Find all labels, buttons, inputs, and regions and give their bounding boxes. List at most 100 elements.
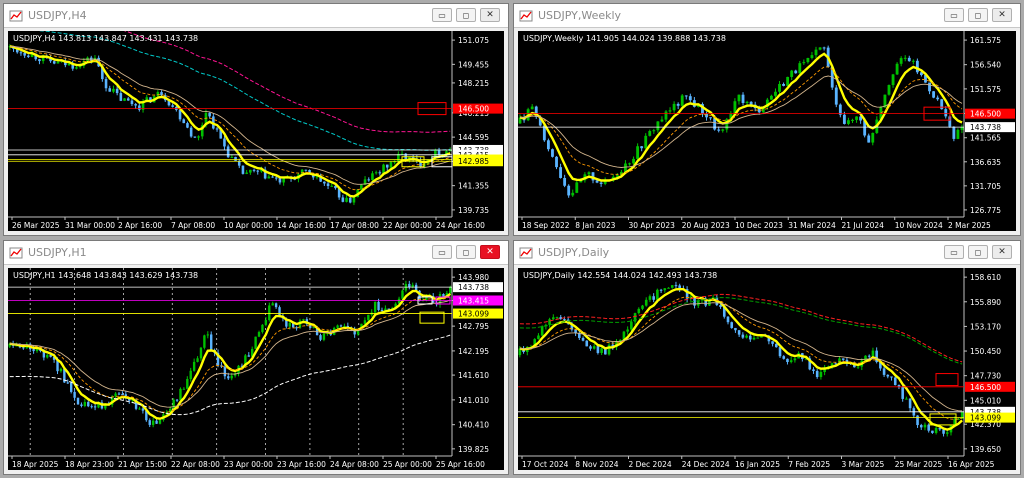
bull-candle xyxy=(652,130,656,132)
bull-candle xyxy=(905,398,908,400)
bear-candle xyxy=(210,334,213,350)
bull-candle xyxy=(230,375,233,379)
symbol-ohlc-info: USDJPY,Weekly 141.905 144.024 139.888 14… xyxy=(523,34,726,43)
y-tick-label: 139.735 xyxy=(458,206,489,215)
chart-plot-area[interactable]: 161.575156.540151.575146.540141.565136.6… xyxy=(518,31,1016,231)
maximize-button[interactable]: ◻ xyxy=(456,245,476,259)
bull-candle xyxy=(257,332,261,337)
bear-candle xyxy=(380,310,384,312)
window-titlebar[interactable]: USDJPY,Daily ▭ ◻ ✕ xyxy=(514,241,1020,265)
window-titlebar[interactable]: USDJPY,H1 ▭ ◻ ✕ xyxy=(4,241,508,265)
bear-candle xyxy=(189,127,193,137)
bear-candle xyxy=(22,347,25,349)
close-button[interactable]: ✕ xyxy=(992,245,1012,259)
fast-ma-line xyxy=(519,288,963,431)
bull-candle xyxy=(663,288,667,291)
bull-candle xyxy=(254,336,257,349)
bull-candle xyxy=(607,344,611,355)
y-tick-label: 141.565 xyxy=(970,134,1001,143)
bull-candle xyxy=(774,91,777,96)
bull-candle xyxy=(230,156,234,158)
window-titlebar[interactable]: USDJPY,Weekly ▭ ◻ ✕ xyxy=(514,4,1020,28)
bull-candle xyxy=(371,173,374,181)
bull-candle xyxy=(790,70,794,77)
slow-ma-line xyxy=(9,299,451,408)
bear-candle xyxy=(916,415,919,426)
minimize-button[interactable]: ▭ xyxy=(944,8,964,22)
bear-candle xyxy=(87,402,90,407)
bull-candle xyxy=(203,335,206,348)
bull-candle xyxy=(680,95,684,106)
chart-window-icon xyxy=(519,10,533,22)
minimize-button[interactable]: ▭ xyxy=(432,245,452,259)
price-chart[interactable]: 151.075149.455148.215146.215144.595142.9… xyxy=(8,31,504,231)
bull-candle xyxy=(179,388,182,400)
bear-candle xyxy=(23,52,26,56)
minimize-button[interactable]: ▭ xyxy=(944,245,964,259)
bear-candle xyxy=(108,88,112,92)
close-button[interactable]: ✕ xyxy=(480,8,500,22)
long-ma-line xyxy=(9,334,451,416)
chart-plot-area[interactable]: 143.980 143.415 142.795 142.195 141.610 141.0… xyxy=(8,268,504,470)
x-tick-label: 22 Apr 08:00 xyxy=(171,460,220,469)
bull-candle xyxy=(288,322,291,327)
chart-plot-area[interactable]: 158.610 155.890 153.170 150.450 147.730 145.0… xyxy=(518,268,1016,470)
bear-candle xyxy=(842,114,846,124)
close-icon: ✕ xyxy=(998,247,1006,257)
bull-candle xyxy=(648,296,652,300)
x-tick-label: 24 Apr 16:00 xyxy=(436,221,485,230)
bear-candle xyxy=(652,296,655,300)
bear-candle xyxy=(676,103,680,106)
bear-candle xyxy=(893,377,897,386)
bull-candle xyxy=(945,432,949,434)
bull-candle xyxy=(123,98,126,101)
chart-window-h1[interactable]: USDJPY,H1 ▭ ◻ ✕ 143.980 143.415 142.795 142… xyxy=(3,240,509,475)
chart-window-weekly[interactable]: USDJPY,Weekly ▭ ◻ ✕ 161.575 156.540 151.57… xyxy=(513,3,1021,236)
y-tick-label: 147.730 xyxy=(970,372,1001,381)
bull-candle xyxy=(628,163,631,165)
bear-candle xyxy=(944,109,948,117)
price-chart[interactable]: 158.610 155.890 153.170 150.450 147.730 145.0… xyxy=(518,268,1016,470)
close-button[interactable]: ✕ xyxy=(480,245,500,259)
bear-candle xyxy=(52,61,56,64)
bull-candle xyxy=(367,314,370,321)
bull-candle xyxy=(537,335,540,340)
bull-candle xyxy=(814,49,818,56)
maximize-button[interactable]: ◻ xyxy=(968,8,988,22)
bear-candle xyxy=(348,197,352,203)
bear-candle xyxy=(274,303,278,308)
bull-candle xyxy=(156,92,160,97)
bear-candle xyxy=(223,138,226,147)
bull-candle xyxy=(172,399,175,409)
bear-candle xyxy=(786,358,789,363)
bear-candle xyxy=(599,182,603,184)
maximize-button[interactable]: ◻ xyxy=(968,245,988,259)
bear-candle xyxy=(931,430,934,433)
bull-candle xyxy=(59,368,63,372)
bear-candle xyxy=(171,105,174,107)
x-tick-label: 20 Aug 2023 xyxy=(682,221,730,230)
x-tick-label: 18 Apr 2025 xyxy=(12,460,59,469)
chart-window-h4[interactable]: USDJPY,H4 ▭ ◻ ✕ 151.075 149.455 148.215 146… xyxy=(3,3,509,236)
bear-candle xyxy=(178,109,182,120)
window-title: USDJPY,Weekly xyxy=(538,9,622,22)
x-tick-label: 7 Feb 2025 xyxy=(788,460,830,469)
bear-candle xyxy=(551,149,554,157)
maximize-button[interactable]: ◻ xyxy=(456,8,476,22)
chart-window-daily[interactable]: USDJPY,Daily ▭ ◻ ✕ 158.610 155.890 153.170… xyxy=(513,240,1021,475)
close-button[interactable]: ✕ xyxy=(992,8,1012,22)
y-tick-label: 153.170 xyxy=(970,322,1001,331)
bear-candle xyxy=(815,371,819,377)
bear-candle xyxy=(684,95,688,97)
price-chart[interactable]: 161.575156.540151.575146.540141.565136.6… xyxy=(518,31,1016,231)
window-title: USDJPY,H1 xyxy=(28,246,87,259)
bear-candle xyxy=(952,126,956,139)
bear-candle xyxy=(940,99,944,110)
bear-candle xyxy=(148,420,151,425)
chart-plot-area[interactable]: 151.075149.455148.215146.215144.595142.9… xyxy=(8,31,504,231)
price-chart[interactable]: 143.980 143.415 142.795 142.195 141.610 141.0… xyxy=(8,268,504,470)
bear-candle xyxy=(117,393,121,395)
minimize-button[interactable]: ▭ xyxy=(432,8,452,22)
bear-candle xyxy=(834,87,838,105)
window-titlebar[interactable]: USDJPY,H4 ▭ ◻ ✕ xyxy=(4,4,508,28)
